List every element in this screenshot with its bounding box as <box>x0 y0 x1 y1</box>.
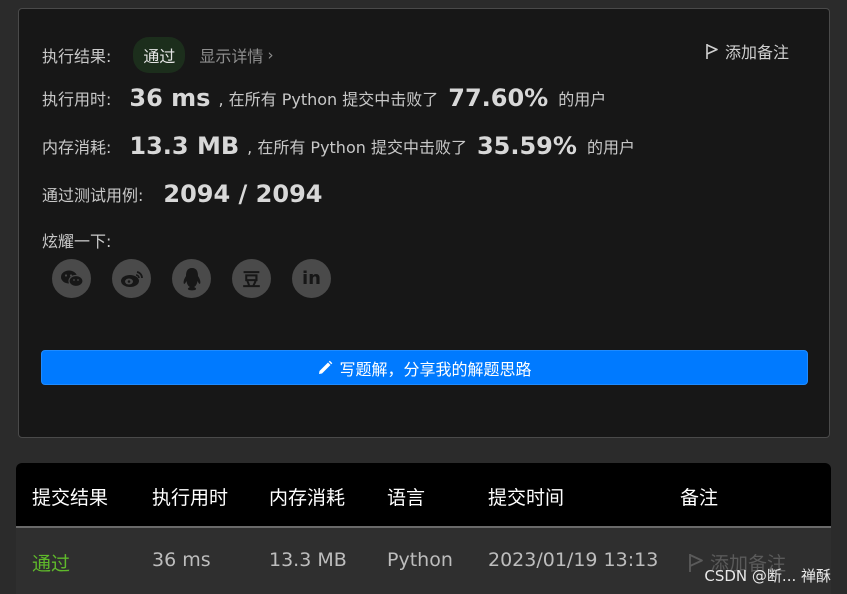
memory-label: 内存消耗: <box>42 138 112 157</box>
douban-glyph: 豆 <box>242 269 261 291</box>
flag-icon <box>689 553 703 572</box>
write-solution-button[interactable]: 写题解，分享我的解题思路 <box>41 350 808 385</box>
qq-icon[interactable] <box>172 259 211 298</box>
cell-memory: 13.3 MB <box>269 549 347 571</box>
submission-result-card: 执行结果: 通过 显示详情 › 添加备注 执行用时: 36 ms , 在所有 P… <box>18 8 830 438</box>
wechat-icon[interactable] <box>52 259 91 298</box>
linkedin-icon[interactable]: in <box>292 259 331 298</box>
tests-row: 通过测试用例: 2094 / 2094 <box>42 180 322 208</box>
status-badge: 通过 <box>133 37 186 73</box>
runtime-percent: 77.60% <box>448 84 549 112</box>
runtime-row: 执行用时: 36 ms , 在所有 Python 提交中击败了 77.60% 的… <box>42 84 606 112</box>
chevron-right-icon: › <box>267 46 274 64</box>
tests-value: 2094 / 2094 <box>163 180 323 208</box>
write-solution-label: 写题解，分享我的解题思路 <box>339 359 532 379</box>
share-icons: 豆 in <box>52 259 331 298</box>
runtime-suffix: 的用户 <box>558 90 607 109</box>
memory-beat-text: , 在所有 Python 提交中击败了 <box>247 138 467 157</box>
memory-suffix: 的用户 <box>586 138 635 157</box>
header-time[interactable]: 提交时间 <box>488 483 564 510</box>
memory-row: 内存消耗: 13.3 MB , 在所有 Python 提交中击败了 35.59%… <box>42 132 635 160</box>
add-note-button[interactable]: 添加备注 <box>705 39 789 63</box>
weibo-icon[interactable] <box>112 259 151 298</box>
memory-value: 13.3 MB <box>129 132 240 160</box>
flag-icon <box>706 43 718 59</box>
runtime-label: 执行用时: <box>42 90 112 109</box>
show-details-label: 显示详情 <box>199 47 264 66</box>
douban-icon[interactable]: 豆 <box>232 259 271 298</box>
cell-runtime: 36 ms <box>152 549 211 571</box>
cell-result[interactable]: 通过 <box>32 549 70 576</box>
cell-language: Python <box>387 549 453 571</box>
memory-percent: 35.59% <box>476 132 577 160</box>
tests-label: 通过测试用例: <box>42 186 144 205</box>
header-result[interactable]: 提交结果 <box>32 483 108 510</box>
show-details-link[interactable]: 显示详情 › <box>199 43 273 67</box>
watermark: CSDN @断... 禅酥 <box>704 567 831 585</box>
page: 执行结果: 通过 显示详情 › 添加备注 执行用时: 36 ms , 在所有 P… <box>0 0 847 594</box>
linkedin-glyph: in <box>302 268 321 289</box>
pencil-icon <box>319 360 333 374</box>
header-language[interactable]: 语言 <box>387 483 425 510</box>
runtime-beat-text: , 在所有 Python 提交中击败了 <box>218 90 439 109</box>
header-memory[interactable]: 内存消耗 <box>269 483 345 510</box>
header-note: 备注 <box>680 487 719 509</box>
result-label: 执行结果: <box>42 47 112 66</box>
runtime-value: 36 ms <box>129 84 211 112</box>
share-label: 炫耀一下: <box>42 232 112 251</box>
cell-time: 2023/01/19 13:13 <box>488 549 659 571</box>
share-row: 炫耀一下: <box>42 228 111 252</box>
result-row: 执行结果: 通过 显示详情 › <box>42 37 273 73</box>
header-runtime[interactable]: 执行用时 <box>152 483 228 510</box>
add-note-label: 添加备注 <box>724 43 789 62</box>
